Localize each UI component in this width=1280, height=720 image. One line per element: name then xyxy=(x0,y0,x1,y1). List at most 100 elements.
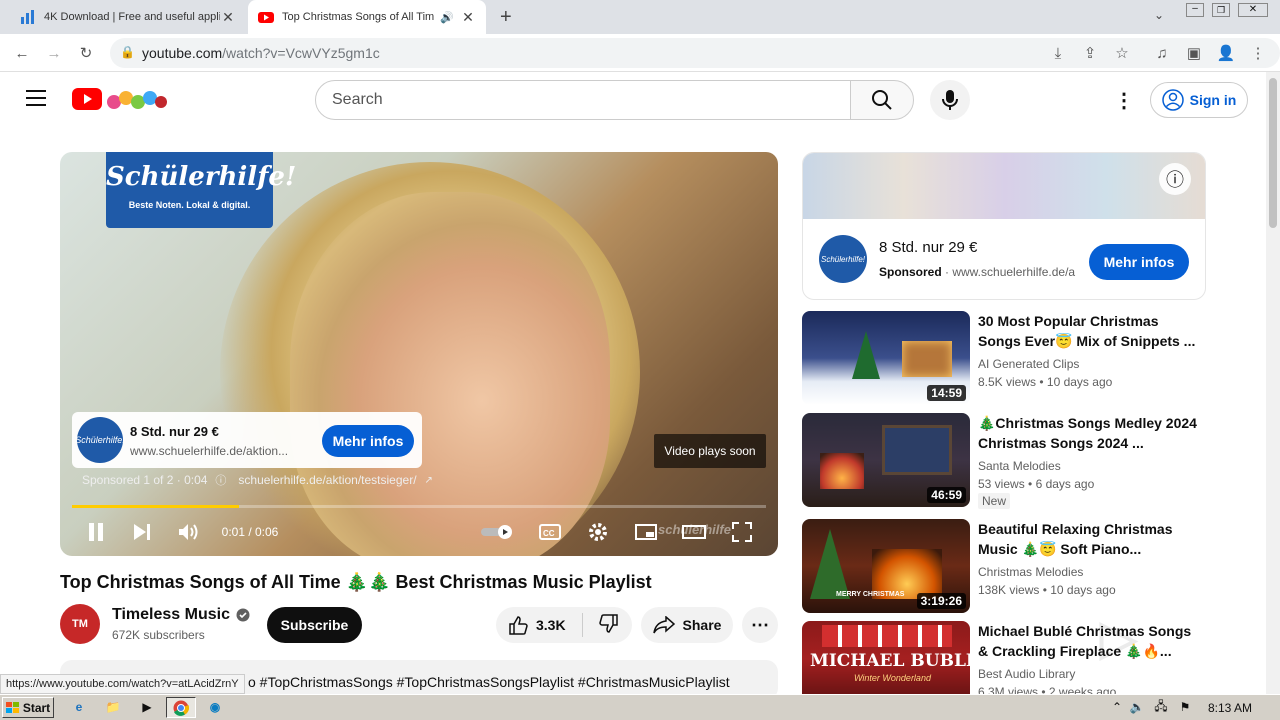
ad-mehr-infos-button[interactable]: Mehr infos xyxy=(322,425,414,457)
subscribe-button[interactable]: Subscribe xyxy=(267,607,362,643)
info-icon[interactable]: ⓘ xyxy=(215,472,226,488)
share-button[interactable]: Share xyxy=(641,607,733,643)
tree-icon xyxy=(852,331,880,379)
close-tab-icon[interactable]: ✕ xyxy=(460,9,476,26)
recommendation-item[interactable]: 14:59 30 Most Popular Christmas Songs Ev… xyxy=(802,311,1206,407)
theater-mode-button[interactable] xyxy=(682,520,706,544)
like-button[interactable]: 3.3K xyxy=(508,615,566,635)
settings-dots-icon[interactable]: ⋮ xyxy=(1114,88,1134,113)
dislike-button[interactable] xyxy=(598,613,619,637)
thumbs-down-icon xyxy=(598,613,618,633)
gear-icon xyxy=(589,523,607,541)
ad-info-icon[interactable]: ⓘ xyxy=(1159,163,1191,195)
start-button[interactable]: Start xyxy=(2,697,54,718)
holiday-doodle-icon xyxy=(107,91,167,109)
tab-youtube[interactable]: Top Christmas Songs of All Time 🔊 ✕ xyxy=(248,0,486,34)
youtube-logo[interactable] xyxy=(72,86,168,112)
close-window-button[interactable]: ✕ xyxy=(1238,3,1268,17)
video-title[interactable]: Beautiful Relaxing Christmas Music 🎄😇 So… xyxy=(978,519,1198,559)
close-tab-icon[interactable]: ✕ xyxy=(220,9,236,26)
media-player-icon[interactable]: ▶ xyxy=(138,698,156,716)
channel-name[interactable]: Christmas Melodies xyxy=(978,565,1083,579)
share-page-icon[interactable]: ⇪ xyxy=(1078,42,1102,64)
sidebar-mehr-infos-button[interactable]: Mehr infos xyxy=(1089,244,1189,280)
tree-icon xyxy=(810,529,850,599)
url-text[interactable]: youtube.com/watch?v=VcwVYz5gm1c xyxy=(142,45,380,61)
search-button[interactable] xyxy=(850,80,914,120)
side-panel-icon[interactable]: ▣ xyxy=(1182,42,1206,64)
search-input[interactable]: Search xyxy=(315,80,851,120)
minimize-button[interactable]: – xyxy=(1186,3,1204,17)
4k-download-icon xyxy=(21,10,34,24)
video-thumbnail[interactable]: 14:59 xyxy=(802,311,970,405)
michael-buble-text: MICHAEL BUBLÉ xyxy=(810,651,970,671)
sign-in-label: Sign in xyxy=(1189,92,1237,108)
window-icon xyxy=(882,425,952,475)
sidebar-ad[interactable]: ⓘ Schülerhilfe! 8 Std. nur 29 € Sponsore… xyxy=(802,152,1206,300)
sponsored-link[interactable]: schuelerhilfe.de/aktion/testsieger/ xyxy=(238,473,416,487)
bookmark-star-icon[interactable]: ☆ xyxy=(1110,42,1134,64)
edge-icon[interactable]: ◉ xyxy=(206,698,224,716)
fullscreen-button[interactable] xyxy=(730,520,754,544)
merry-christmas-text: MERRY CHRISTMAS xyxy=(836,591,905,598)
volume-icon xyxy=(179,524,198,540)
tab-4k-download[interactable]: 4K Download | Free and useful applic ✕ xyxy=(10,0,246,34)
profile-icon[interactable]: 👤 xyxy=(1214,42,1238,64)
chrome-taskbar-button[interactable] xyxy=(166,697,196,718)
share-arrow-icon xyxy=(652,616,675,634)
voice-search-button[interactable] xyxy=(930,80,970,120)
channel-name[interactable]: Timeless Music xyxy=(112,606,250,624)
download-icon[interactable]: ⤓ xyxy=(1046,42,1070,64)
video-title[interactable]: Michael Bublé Christmas Songs & Cracklin… xyxy=(978,621,1198,661)
hamburger-menu-icon[interactable] xyxy=(26,90,46,106)
sign-in-button[interactable]: Sign in xyxy=(1150,82,1248,118)
channel-avatar[interactable]: TM xyxy=(60,604,100,644)
video-duration: 14:59 xyxy=(927,385,966,401)
autoplay-toggle[interactable] xyxy=(480,520,516,544)
skip-next-icon xyxy=(134,524,150,540)
settings-button[interactable] xyxy=(586,520,610,544)
share-label: Share xyxy=(682,617,722,633)
explorer-icon[interactable]: 📁 xyxy=(104,698,122,716)
status-link-preview: https://www.youtube.com/watch?v=atLAcidZ… xyxy=(0,674,245,694)
pause-button[interactable] xyxy=(84,520,108,544)
flag-tray-icon[interactable]: ⚑ xyxy=(1176,698,1194,716)
lock-icon[interactable]: 🔒 xyxy=(120,45,135,59)
channel-name[interactable]: Best Audio Library xyxy=(978,667,1075,681)
restore-button[interactable]: ❐ xyxy=(1212,3,1230,17)
volume-tray-icon[interactable]: 🔈 xyxy=(1128,698,1146,716)
next-button[interactable] xyxy=(130,520,154,544)
new-tab-button[interactable]: + xyxy=(500,6,512,29)
recommendation-item[interactable]: 46:59 🎄Christmas Songs Medley 2024 Chris… xyxy=(802,413,1206,509)
video-player[interactable]: Schülerhilfe! Beste Noten. Lokal & digit… xyxy=(60,152,778,556)
channel-name[interactable]: Santa Melodies xyxy=(978,459,1061,473)
fireplace-icon xyxy=(820,453,864,489)
volume-button[interactable] xyxy=(176,520,202,544)
speaker-icon[interactable]: 🔊 xyxy=(440,11,454,24)
tab-search-icon[interactable]: ⌄ xyxy=(1154,8,1164,22)
reload-button[interactable]: ↻ xyxy=(74,42,98,64)
channel-name[interactable]: AI Generated Clips xyxy=(978,357,1079,371)
scrollbar-thumb[interactable] xyxy=(1269,78,1277,228)
back-button[interactable]: ← xyxy=(10,42,34,64)
video-title[interactable]: 🎄Christmas Songs Medley 2024 Christmas S… xyxy=(978,413,1198,453)
video-thumbnail[interactable]: 46:59 xyxy=(802,413,970,507)
recommendation-item[interactable]: MERRY CHRISTMAS 3:19:26 Beautiful Relaxi… xyxy=(802,519,1206,615)
video-thumbnail[interactable]: MERRY CHRISTMAS 3:19:26 xyxy=(802,519,970,613)
more-actions-button[interactable]: ⋯ xyxy=(742,607,778,643)
ie-icon[interactable]: e xyxy=(70,698,88,716)
captions-button[interactable]: CC xyxy=(538,520,562,544)
video-title[interactable]: 30 Most Popular Christmas Songs Ever😇 Mi… xyxy=(978,311,1198,351)
network-tray-icon[interactable]: 🖧 xyxy=(1152,698,1170,716)
miniplayer-button[interactable] xyxy=(634,520,658,544)
progress-bar[interactable] xyxy=(72,505,766,508)
tray-arrow-icon[interactable]: ⌃ xyxy=(1108,698,1126,716)
video-frame-face xyxy=(290,192,610,556)
video-thumbnail[interactable]: MICHAEL BUBLÉ Winter Wonderland xyxy=(802,621,970,694)
media-controls-icon[interactable]: ♫ xyxy=(1150,42,1174,64)
browser-menu-icon[interactable]: ⋮ xyxy=(1246,42,1270,64)
ad-overlay-card[interactable]: Schülerhilfe! 8 Std. nur 29 € www.schuel… xyxy=(72,412,422,468)
forward-button[interactable]: → xyxy=(42,42,66,64)
recommendation-item[interactable]: MICHAEL BUBLÉ Winter Wonderland Michael … xyxy=(802,621,1206,694)
search-icon xyxy=(872,90,892,110)
